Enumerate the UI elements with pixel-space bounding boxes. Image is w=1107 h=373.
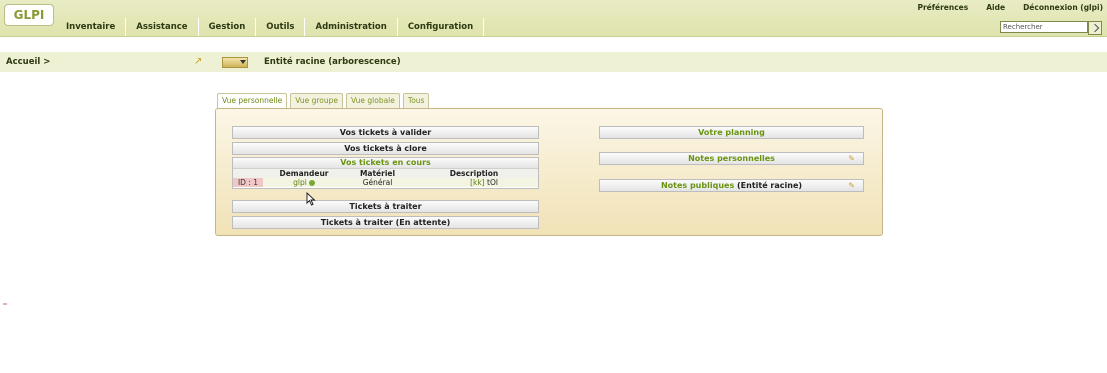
planning-header[interactable]: Votre planning — [599, 126, 864, 139]
entity-label: Entité racine (arborescence) — [264, 57, 401, 67]
entity-selector[interactable] — [222, 57, 248, 68]
public-notes-label: Notes publiques — [660, 181, 735, 190]
user-icon — [308, 180, 315, 186]
personal-notes-header[interactable]: Notes personnelles ✎ — [599, 152, 864, 165]
menu-gestion[interactable]: Gestion — [199, 18, 257, 36]
top-links: Préférences Aide Déconnexion (glpi) — [917, 3, 1103, 12]
tab-vue-globale[interactable]: Vue globale — [346, 93, 400, 108]
tickets-to-process[interactable]: Tickets à traiter — [232, 200, 539, 213]
public-notes-entity: (Entité racine) — [737, 181, 803, 190]
tickets-in-progress-table: Vos tickets en cours Demandeur Matériel … — [232, 157, 539, 189]
ticket-id[interactable]: ID : 1 — [233, 178, 263, 187]
tickets-to-validate[interactable]: Vos tickets à valider — [232, 126, 539, 139]
tickets-in-progress-title[interactable]: Vos tickets en cours — [233, 158, 538, 169]
search-button[interactable] — [1088, 21, 1102, 35]
pin-icon[interactable]: ↗ — [194, 56, 206, 68]
add-public-note-icon[interactable]: ✎ — [848, 180, 855, 191]
menu-outils[interactable]: Outils — [256, 18, 306, 36]
public-notes-header[interactable]: Notes publiques (Entité racine) ✎ — [599, 179, 864, 192]
breadcrumb-bar: Accueil > ↗ Entité racine (arborescence) — [0, 52, 1107, 72]
table-row[interactable]: ID : 1 glpi Général [kk] tOl — [233, 178, 538, 187]
description-link[interactable]: [kk] — [470, 178, 485, 187]
ticket-requester[interactable]: glpi — [263, 178, 345, 187]
column-header-description: Description — [410, 169, 538, 178]
tab-vue-personnelle[interactable]: Vue personnelle — [217, 93, 288, 108]
cursor-icon — [306, 192, 316, 206]
column-header-materiel: Matériel — [345, 169, 410, 178]
menu-administration[interactable]: Administration — [305, 18, 398, 36]
help-link[interactable]: Aide — [986, 3, 1005, 12]
divider — [3, 303, 7, 305]
ticket-material: Général — [362, 178, 393, 187]
glpi-logo[interactable]: GLPI — [4, 4, 54, 26]
main-menu: Inventaire Assistance Gestion Outils Adm… — [56, 18, 485, 36]
search-input[interactable]: Rechercher — [1000, 21, 1088, 33]
dashboard-panel: Vos tickets à valider Vos tickets à clor… — [215, 108, 883, 236]
view-tabs: Vue personnelle Vue groupe Vue globale T… — [217, 93, 430, 108]
menu-inventaire[interactable]: Inventaire — [56, 18, 127, 36]
top-bar: GLPI Inventaire Assistance Gestion Outil… — [0, 0, 1107, 37]
requester-link[interactable]: glpi — [293, 178, 307, 187]
tab-vue-groupe[interactable]: Vue groupe — [290, 93, 344, 108]
logout-link[interactable]: Déconnexion (glpi) — [1023, 3, 1103, 12]
menu-assistance[interactable]: Assistance — [126, 18, 199, 36]
add-note-icon[interactable]: ✎ — [848, 153, 855, 164]
ticket-description[interactable]: [kk] tOl — [410, 178, 538, 187]
column-header-demandeur: Demandeur — [263, 169, 345, 178]
preferences-link[interactable]: Préférences — [917, 3, 968, 12]
description-text: tOl — [487, 178, 498, 187]
tab-tous[interactable]: Tous — [402, 93, 430, 108]
menu-configuration[interactable]: Configuration — [398, 18, 485, 36]
tickets-to-close[interactable]: Vos tickets à clore — [232, 142, 539, 155]
personal-notes-label: Notes personnelles — [688, 154, 775, 163]
column-header-id — [233, 169, 263, 178]
chevron-down-icon — [240, 60, 246, 64]
table-header-row: Demandeur Matériel Description — [233, 169, 538, 178]
tickets-waiting[interactable]: Tickets à traiter (En attente) — [232, 216, 539, 229]
breadcrumb-home[interactable]: Accueil > — [6, 57, 50, 67]
